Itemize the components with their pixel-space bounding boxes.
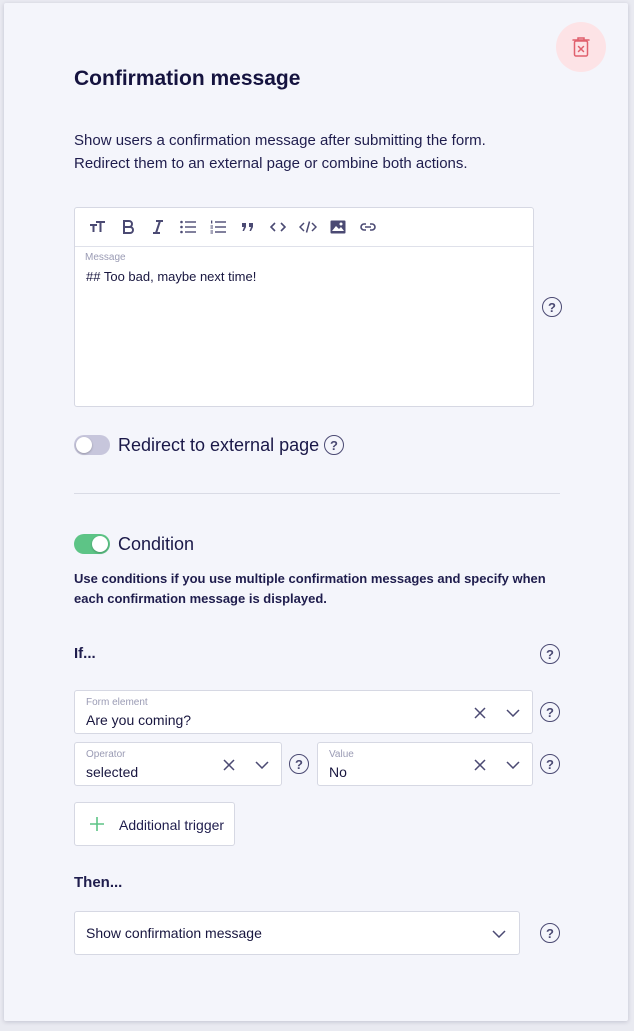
redirect-toggle[interactable] — [74, 435, 110, 455]
operator-label: Operator — [86, 749, 126, 760]
operator-value: selected — [86, 764, 139, 780]
value-help-icon[interactable]: ? — [540, 754, 560, 774]
confirmation-message-card: Confirmation message Show users a confir… — [4, 3, 628, 1021]
bullet-list-icon[interactable] — [177, 216, 199, 238]
operator-select[interactable]: Operator selected — [74, 742, 282, 786]
chevron-down-icon[interactable] — [505, 705, 521, 721]
form-element-value: Are you coming? — [86, 712, 192, 728]
divider — [74, 493, 560, 494]
page-title: Confirmation message — [74, 67, 301, 90]
image-icon[interactable] — [327, 216, 349, 238]
link-icon[interactable] — [357, 216, 379, 238]
condition-toggle[interactable] — [74, 534, 110, 554]
additional-trigger-label: Additional trigger — [119, 817, 225, 833]
additional-trigger-button[interactable]: Additional trigger — [74, 802, 235, 846]
then-action-value: Show confirmation message — [86, 925, 262, 941]
then-action-select[interactable]: Show confirmation message — [74, 911, 520, 955]
message-help-icon[interactable]: ? — [542, 297, 562, 317]
page-description: Show users a confirmation message after … — [74, 132, 486, 172]
italic-icon[interactable] — [147, 216, 169, 238]
value-label: Value — [329, 749, 354, 760]
code-icon[interactable] — [267, 216, 289, 238]
if-heading: If... — [74, 645, 96, 662]
message-textarea[interactable]: ## Too bad, maybe next time! — [86, 269, 256, 284]
value-value: No — [329, 764, 347, 780]
condition-label: Condition — [118, 534, 195, 554]
message-editor: Message ## Too bad, maybe next time! — [74, 207, 534, 407]
condition-description: Use conditions if you use multiple confi… — [74, 571, 546, 606]
bold-icon[interactable] — [117, 216, 139, 238]
value-select[interactable]: Value No — [317, 742, 533, 786]
code-block-icon[interactable] — [297, 216, 319, 238]
message-label: Message — [85, 252, 126, 263]
text-size-icon[interactable] — [87, 216, 109, 238]
chevron-down-icon[interactable] — [505, 757, 521, 773]
if-help-icon[interactable]: ? — [540, 644, 560, 664]
quote-icon[interactable] — [237, 216, 259, 238]
form-element-help-icon[interactable]: ? — [540, 702, 560, 722]
then-heading: Then... — [74, 874, 123, 891]
form-element-label: Form element — [86, 697, 148, 708]
plus-icon — [89, 816, 105, 837]
then-help-icon[interactable]: ? — [540, 923, 560, 943]
operator-help-icon[interactable]: ? — [289, 754, 309, 774]
chevron-down-icon[interactable] — [491, 926, 507, 942]
redirect-label: Redirect to external page — [118, 435, 320, 455]
clear-icon[interactable] — [472, 705, 488, 721]
clear-icon[interactable] — [472, 757, 488, 773]
form-element-select[interactable]: Form element Are you coming? — [74, 690, 533, 734]
clear-icon[interactable] — [221, 757, 237, 773]
editor-toolbar — [75, 208, 533, 247]
delete-button[interactable] — [556, 22, 606, 72]
redirect-help-icon[interactable]: ? — [324, 435, 344, 455]
numbered-list-icon[interactable] — [207, 216, 229, 238]
chevron-down-icon[interactable] — [254, 757, 270, 773]
trash-icon — [572, 37, 590, 57]
